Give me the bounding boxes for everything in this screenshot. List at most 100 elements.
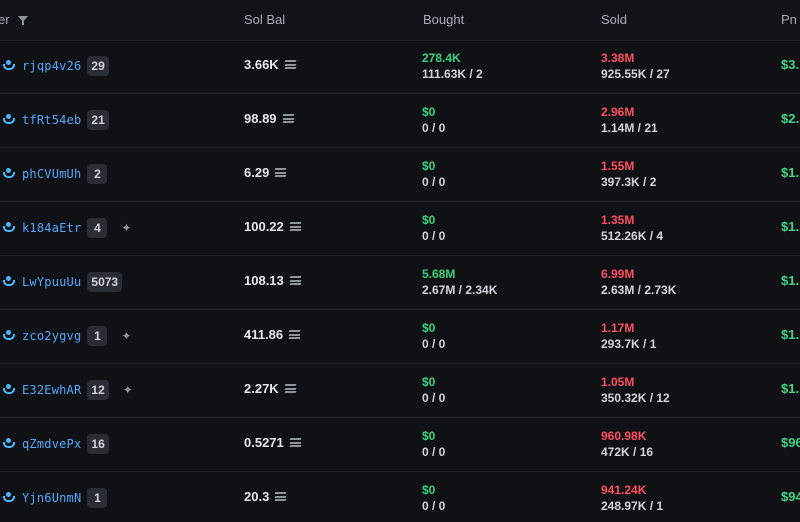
- table-row[interactable]: tfRt54eb 21 98.89 $0 0 / 0 2.96M 1.14M /…: [0, 94, 800, 148]
- trader-cell[interactable]: phCVUmUh 2: [0, 163, 108, 185]
- sold-details: 350.32K / 12: [601, 391, 670, 405]
- trader-address[interactable]: phCVUmUh: [22, 167, 81, 181]
- trader-cell[interactable]: LwYpuuUu 5073: [0, 271, 123, 293]
- bought-amount: $0: [422, 159, 436, 173]
- sol-balance-value: 20.3: [244, 489, 270, 504]
- bought-details: 111.63K / 2: [422, 67, 483, 81]
- sold-amount: 1.05M: [601, 375, 635, 389]
- sold-details: 472K / 16: [601, 445, 654, 459]
- bought-cell: $0 0 / 0: [422, 428, 445, 460]
- trade-count-badge: 29: [87, 56, 109, 76]
- sold-details: 1.14M / 21: [601, 121, 658, 135]
- trader-address[interactable]: LwYpuuUu: [22, 275, 81, 289]
- bought-amount: $0: [422, 429, 436, 443]
- trader-cell[interactable]: rjqp4v26 29: [0, 55, 109, 77]
- user-icon: [2, 330, 16, 342]
- trader-cell[interactable]: qZmdvePx 16: [0, 433, 109, 455]
- trader-cell[interactable]: tfRt54eb 21: [0, 109, 109, 131]
- sparkle-icon: ✦: [122, 383, 133, 397]
- trader-address[interactable]: zco2ygvg: [22, 329, 81, 343]
- pnl-value: $1.: [781, 327, 800, 342]
- trader-cell[interactable]: k184aEtr 4 ✦: [0, 217, 131, 239]
- sold-amount: 941.24K: [601, 483, 647, 497]
- pnl-value: $96: [781, 435, 800, 450]
- table-row[interactable]: phCVUmUh 2 6.29 $0 0 / 0 1.55M 397.3K / …: [0, 148, 800, 202]
- bought-cell: $0 0 / 0: [422, 212, 445, 244]
- sol-balance-cell: 108.13: [244, 273, 302, 288]
- bought-details: 0 / 0: [422, 445, 446, 459]
- trader-column-header[interactable]: er: [0, 12, 28, 27]
- trader-cell[interactable]: E32EwhAR 12 ✦: [0, 379, 133, 401]
- sol-balance-value: 2.27K: [244, 381, 279, 396]
- solana-icon: [282, 114, 295, 123]
- solana-icon: [289, 222, 302, 231]
- solana-icon: [288, 330, 301, 339]
- user-icon: [2, 60, 16, 72]
- sol-balance-value: 108.13: [244, 273, 284, 288]
- pnl-column-header[interactable]: Pn: [781, 12, 797, 27]
- sparkle-icon: ✦: [121, 329, 132, 343]
- solana-icon: [289, 438, 302, 447]
- pnl-value: $2.: [781, 111, 800, 126]
- trader-address[interactable]: k184aEtr: [22, 221, 81, 235]
- bought-amount: $0: [422, 213, 436, 227]
- trader-address[interactable]: tfRt54eb: [22, 113, 81, 127]
- sold-cell: 1.35M 512.26K / 4: [601, 212, 663, 244]
- user-icon: [2, 276, 16, 288]
- trader-address[interactable]: qZmdvePx: [22, 437, 81, 451]
- sol-bal-column-header[interactable]: Sol Bal: [244, 12, 285, 27]
- trader-address[interactable]: Yjn6UnmN: [22, 491, 81, 505]
- trader-address[interactable]: rjqp4v26: [22, 59, 81, 73]
- bought-cell: 278.4K 111.63K / 2: [422, 50, 483, 82]
- trader-address[interactable]: E32EwhAR: [22, 383, 81, 397]
- table-row[interactable]: k184aEtr 4 ✦ 100.22 $0 0 / 0 1.35M 512.2…: [0, 202, 800, 256]
- sold-details: 512.26K / 4: [601, 229, 664, 243]
- table-row[interactable]: qZmdvePx 16 0.5271 $0 0 / 0 960.98K 472K…: [0, 418, 800, 472]
- table-row[interactable]: Yjn6UnmN 1 20.3 $0 0 / 0 941.24K 248.97K…: [0, 472, 800, 522]
- table-row[interactable]: zco2ygvg 1 ✦ 411.86 $0 0 / 0 1.17M 293.7…: [0, 310, 800, 364]
- sold-cell: 1.05M 350.32K / 12: [601, 374, 670, 406]
- sparkle-icon: ✦: [121, 221, 132, 235]
- sol-balance-value: 6.29: [244, 165, 270, 180]
- sold-details: 248.97K / 1: [601, 499, 664, 513]
- sold-column-header[interactable]: Sold: [601, 12, 627, 27]
- sol-balance-value: 3.66K: [244, 57, 279, 72]
- sol-balance-cell: 100.22: [244, 219, 302, 234]
- bought-amount: 278.4K: [422, 51, 461, 65]
- bought-cell: $0 0 / 0: [422, 158, 445, 190]
- sold-amount: 2.96M: [601, 105, 635, 119]
- sold-details: 2.63M / 2.73K: [601, 283, 677, 297]
- bought-cell: 5.68M 2.67M / 2.34K: [422, 266, 497, 298]
- table-row[interactable]: LwYpuuUu 5073 108.13 5.68M 2.67M / 2.34K…: [0, 256, 800, 310]
- sol-balance-cell: 20.3: [244, 489, 287, 504]
- solana-icon: [274, 492, 287, 501]
- bought-cell: $0 0 / 0: [422, 320, 445, 352]
- table-row[interactable]: E32EwhAR 12 ✦ 2.27K $0 0 / 0 1.05M 350.3…: [0, 364, 800, 418]
- sol-balance-cell: 411.86: [244, 327, 301, 342]
- sold-details: 293.7K / 1: [601, 337, 657, 351]
- trader-cell[interactable]: Yjn6UnmN 1: [0, 487, 108, 509]
- sold-cell: 960.98K 472K / 16: [601, 428, 653, 460]
- sold-cell: 3.38M 925.55K / 27: [601, 50, 670, 82]
- bought-amount: $0: [422, 483, 436, 497]
- pnl-value: $1.: [781, 165, 800, 180]
- trade-count-badge: 5073: [87, 272, 123, 292]
- sol-balance-value: 100.22: [244, 219, 284, 234]
- sol-balance-cell: 2.27K: [244, 381, 297, 396]
- trader-table-screen: er Sol Bal Bought Sold Pn rjqp4v26 29 3.…: [0, 0, 800, 522]
- user-icon: [2, 222, 16, 234]
- pnl-value: $1.: [781, 381, 800, 396]
- user-icon: [2, 168, 16, 180]
- pnl-value: $94: [781, 489, 800, 504]
- sold-cell: 1.17M 293.7K / 1: [601, 320, 656, 352]
- bought-column-header[interactable]: Bought: [423, 12, 464, 27]
- table-row[interactable]: rjqp4v26 29 3.66K 278.4K 111.63K / 2 3.3…: [0, 40, 800, 94]
- solana-icon: [284, 384, 297, 393]
- trade-count-badge: 21: [87, 110, 109, 130]
- trader-cell[interactable]: zco2ygvg 1 ✦: [0, 325, 131, 347]
- pnl-value: $1.: [781, 273, 800, 288]
- bought-cell: $0 0 / 0: [422, 374, 445, 406]
- pnl-value: $3.: [781, 57, 800, 72]
- trade-count-badge: 1: [87, 326, 108, 346]
- filter-icon[interactable]: [17, 15, 28, 25]
